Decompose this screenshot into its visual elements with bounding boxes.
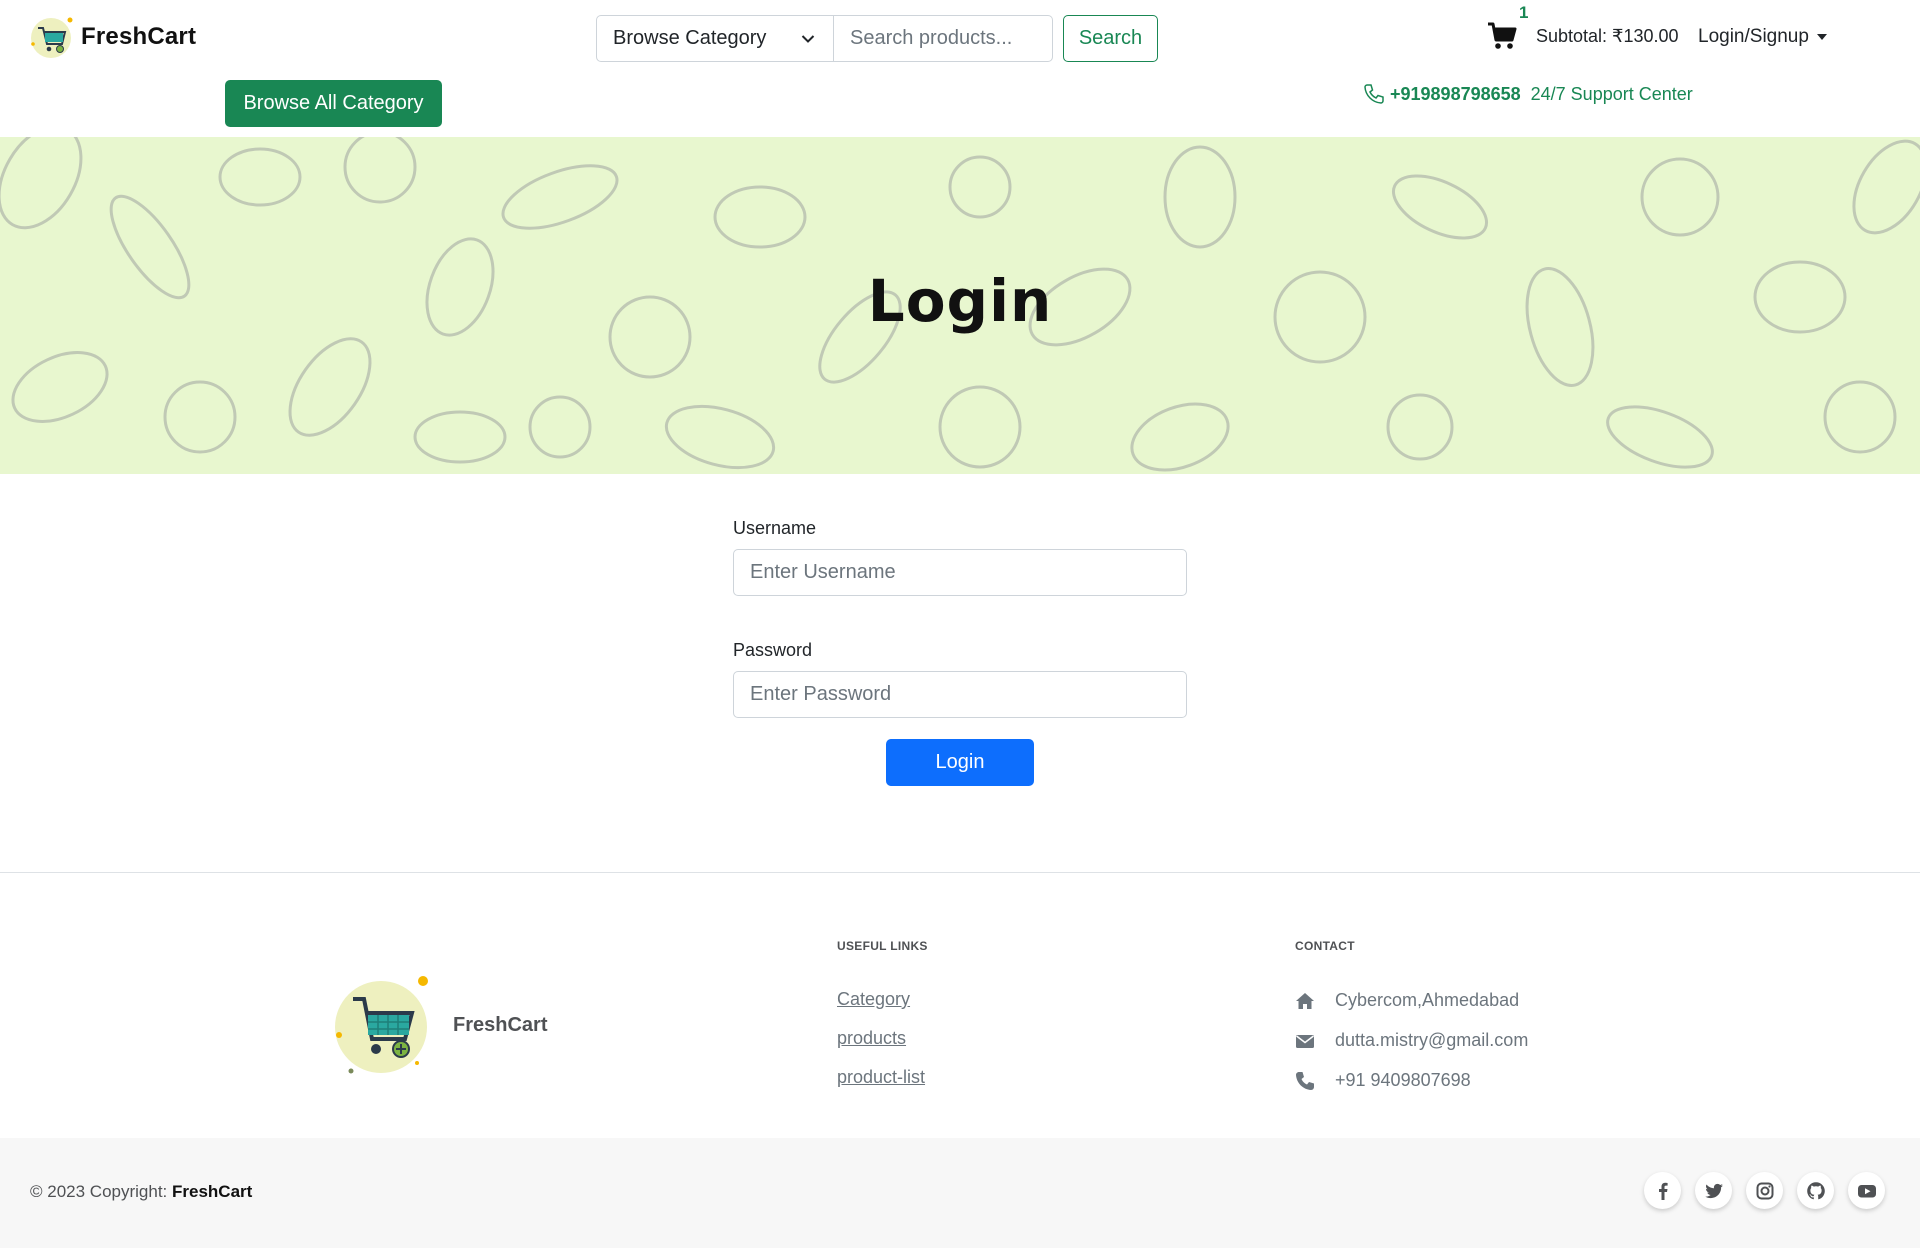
footer-link-products[interactable]: products	[837, 1028, 925, 1049]
chevron-down-icon	[801, 34, 815, 43]
contact-list: Cybercom,Ahmedabad dutta.mistry@gmail.co…	[1295, 989, 1528, 1092]
password-input[interactable]	[733, 671, 1187, 718]
github-icon	[1806, 1181, 1825, 1199]
contact-address: Cybercom,Ahmedabad	[1295, 989, 1528, 1012]
youtube-icon	[1857, 1184, 1876, 1197]
instagram-link[interactable]	[1746, 1172, 1783, 1209]
username-input[interactable]	[733, 549, 1187, 596]
brand-name: FreshCart	[81, 23, 197, 50]
twitter-icon	[1704, 1183, 1723, 1198]
login-submit-button[interactable]: Login	[886, 739, 1034, 786]
page-banner: Login	[0, 137, 1920, 474]
footer-link-category[interactable]: Category	[837, 989, 925, 1010]
cart-logo-icon	[335, 976, 428, 1074]
password-label: Password	[733, 640, 813, 660]
twitter-link[interactable]	[1695, 1172, 1732, 1209]
account-dropdown-label: Login/Signup	[1698, 26, 1809, 47]
copyright-brand[interactable]: FreshCart	[172, 1182, 252, 1201]
contact-phone-text[interactable]: +91 9409807698	[1335, 1070, 1471, 1091]
search-button[interactable]: Search	[1063, 15, 1158, 62]
footer-brand: FreshCart	[333, 975, 547, 1075]
category-select-value: Browse Category	[613, 27, 767, 49]
caret-down-icon	[1816, 34, 1827, 40]
cart-icon[interactable]	[1486, 20, 1518, 52]
phone-icon	[1296, 1071, 1314, 1090]
cart-logo-icon	[31, 17, 73, 58]
facebook-icon	[1658, 1182, 1668, 1200]
copyright: © 2023 Copyright: FreshCart	[30, 1182, 252, 1202]
footer-brand-name: FreshCart	[453, 1013, 548, 1036]
contact-email: dutta.mistry@gmail.com	[1295, 1029, 1528, 1052]
contact-email-text[interactable]: dutta.mistry@gmail.com	[1335, 1030, 1528, 1051]
cart-subtotal: Subtotal: ₹130.00	[1536, 26, 1679, 46]
search-bar: Browse Category Search	[596, 15, 1158, 62]
facebook-link[interactable]	[1644, 1172, 1681, 1209]
support-phone-number[interactable]: +919898798658	[1390, 84, 1521, 105]
footer-bottom-bar: © 2023 Copyright: FreshCart	[0, 1138, 1920, 1248]
envelope-icon	[1296, 1034, 1314, 1048]
site-footer: FreshCart USEFUL LINKS Category products…	[0, 872, 1920, 1138]
useful-links-title: USEFUL LINKS	[837, 939, 928, 953]
category-select[interactable]: Browse Category	[596, 15, 834, 62]
username-label: Username	[733, 518, 817, 538]
account-dropdown[interactable]: Login/Signup	[1698, 26, 1827, 48]
search-input[interactable]	[834, 15, 1053, 62]
support-center-text: 24/7 Support Center	[1530, 83, 1693, 104]
contact-phone: +91 9409807698	[1295, 1069, 1528, 1092]
youtube-link[interactable]	[1848, 1172, 1885, 1209]
copyright-prefix: © 2023 Copyright:	[30, 1182, 172, 1201]
cart-count-badge: 1	[1519, 3, 1529, 22]
social-links	[1644, 1172, 1885, 1209]
contact-address-text: Cybercom,Ahmedabad	[1335, 990, 1520, 1010]
password-group: Password	[733, 640, 1187, 718]
browse-all-category-button[interactable]: Browse All Category	[225, 80, 442, 127]
phone-icon	[1364, 84, 1384, 104]
footer-link-product-list[interactable]: product-list	[837, 1067, 925, 1088]
useful-links: Category products product-list	[837, 989, 925, 1088]
instagram-icon	[1756, 1182, 1773, 1199]
page-title: Login	[867, 267, 1053, 335]
username-group: Username	[733, 518, 1187, 596]
site-header: FreshCart Browse All Category Browse Cat…	[0, 0, 1920, 137]
github-link[interactable]	[1797, 1172, 1834, 1209]
contact-title: CONTACT	[1295, 939, 1355, 953]
brand-link[interactable]: FreshCart	[29, 14, 196, 60]
home-icon	[1296, 992, 1314, 1009]
support-contact: +919898798658 24/7 Support Center	[1362, 82, 1693, 106]
